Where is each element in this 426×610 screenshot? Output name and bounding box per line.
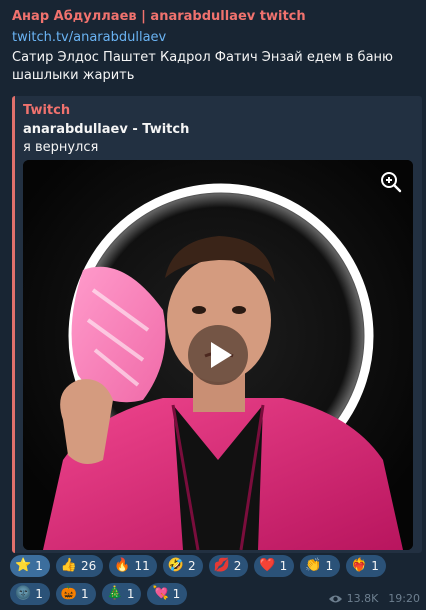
- pumpkin-icon: 🎃: [60, 586, 78, 601]
- kiss-icon: 💋: [213, 558, 230, 573]
- christmas-tree-icon: 🎄: [106, 586, 123, 601]
- link-preview[interactable]: Twitch anarabdullaev - Twitch я вернулся: [12, 96, 422, 553]
- preview-title: anarabdullaev - Twitch: [23, 122, 190, 137]
- clap-icon: 👏: [305, 558, 322, 573]
- reaction-heart-arrow[interactable]: 💘 1: [147, 583, 188, 605]
- reaction-new-moon-face[interactable]: 🌚 1: [10, 583, 50, 605]
- star-icon: ⭐: [15, 558, 32, 573]
- preview-video-thumbnail[interactable]: [23, 160, 413, 550]
- eye-icon: [328, 595, 342, 602]
- reaction-star[interactable]: ⭐ 1: [10, 555, 50, 577]
- rofl-icon: 🤣: [167, 558, 184, 573]
- reaction-thumbs-up[interactable]: 👍 26: [55, 555, 104, 577]
- reaction-count: 1: [35, 559, 43, 573]
- reaction-count: 1: [279, 559, 288, 573]
- reaction-count: 1: [126, 587, 135, 601]
- reaction-heart[interactable]: ❤️ 1: [254, 555, 295, 577]
- play-icon: [211, 342, 232, 368]
- thumbs-up-icon: 👍: [60, 558, 78, 573]
- reaction-count: 1: [35, 587, 43, 601]
- preview-description: я вернулся: [23, 140, 99, 155]
- fire-icon: 🔥: [114, 558, 131, 573]
- reaction-count: 1: [325, 559, 334, 573]
- new-moon-face-icon: 🌚: [15, 586, 32, 601]
- reaction-rofl[interactable]: 🤣 2: [162, 555, 203, 577]
- zoom-in-icon[interactable]: [377, 168, 405, 196]
- channel-author-name[interactable]: Анар Абдуллаев | anarabdullaev twitch: [12, 8, 421, 26]
- reaction-fire[interactable]: 🔥 11: [109, 555, 157, 577]
- reaction-kiss[interactable]: 💋 2: [208, 555, 249, 577]
- play-button[interactable]: [188, 325, 248, 385]
- reaction-count: 2: [187, 559, 196, 573]
- reaction-count: 1: [172, 587, 181, 601]
- message-text: Сатир Элдос Паштет Кадрол Фатич Энзай ед…: [12, 50, 393, 83]
- reaction-pumpkin[interactable]: 🎃 1: [55, 583, 96, 605]
- view-count: 13.8K: [346, 592, 379, 605]
- message-link[interactable]: twitch.tv/anarabdullaev: [12, 29, 421, 47]
- reaction-count: 1: [81, 587, 89, 601]
- reaction-count: 26: [81, 559, 97, 573]
- reaction-christmas-tree[interactable]: 🎄 1: [101, 583, 142, 605]
- heart-arrow-icon: 💘: [152, 586, 169, 601]
- reaction-clap[interactable]: 👏 1: [300, 555, 341, 577]
- preview-site-name: Twitch: [23, 103, 71, 118]
- reaction-count: 11: [134, 559, 150, 573]
- reaction-count: 1: [371, 559, 379, 573]
- heart-on-fire-icon: ❤️‍🔥: [351, 558, 368, 573]
- reaction-heart-on-fire[interactable]: ❤️‍🔥 1: [346, 555, 386, 577]
- reaction-count: 2: [233, 559, 242, 573]
- heart-icon: ❤️: [259, 558, 276, 573]
- message-time: 19:20: [388, 592, 420, 605]
- message-meta: 13.8K 19:20: [328, 592, 420, 605]
- message-bubble: Анар Абдуллаев | anarabdullaev twitch tw…: [0, 0, 426, 610]
